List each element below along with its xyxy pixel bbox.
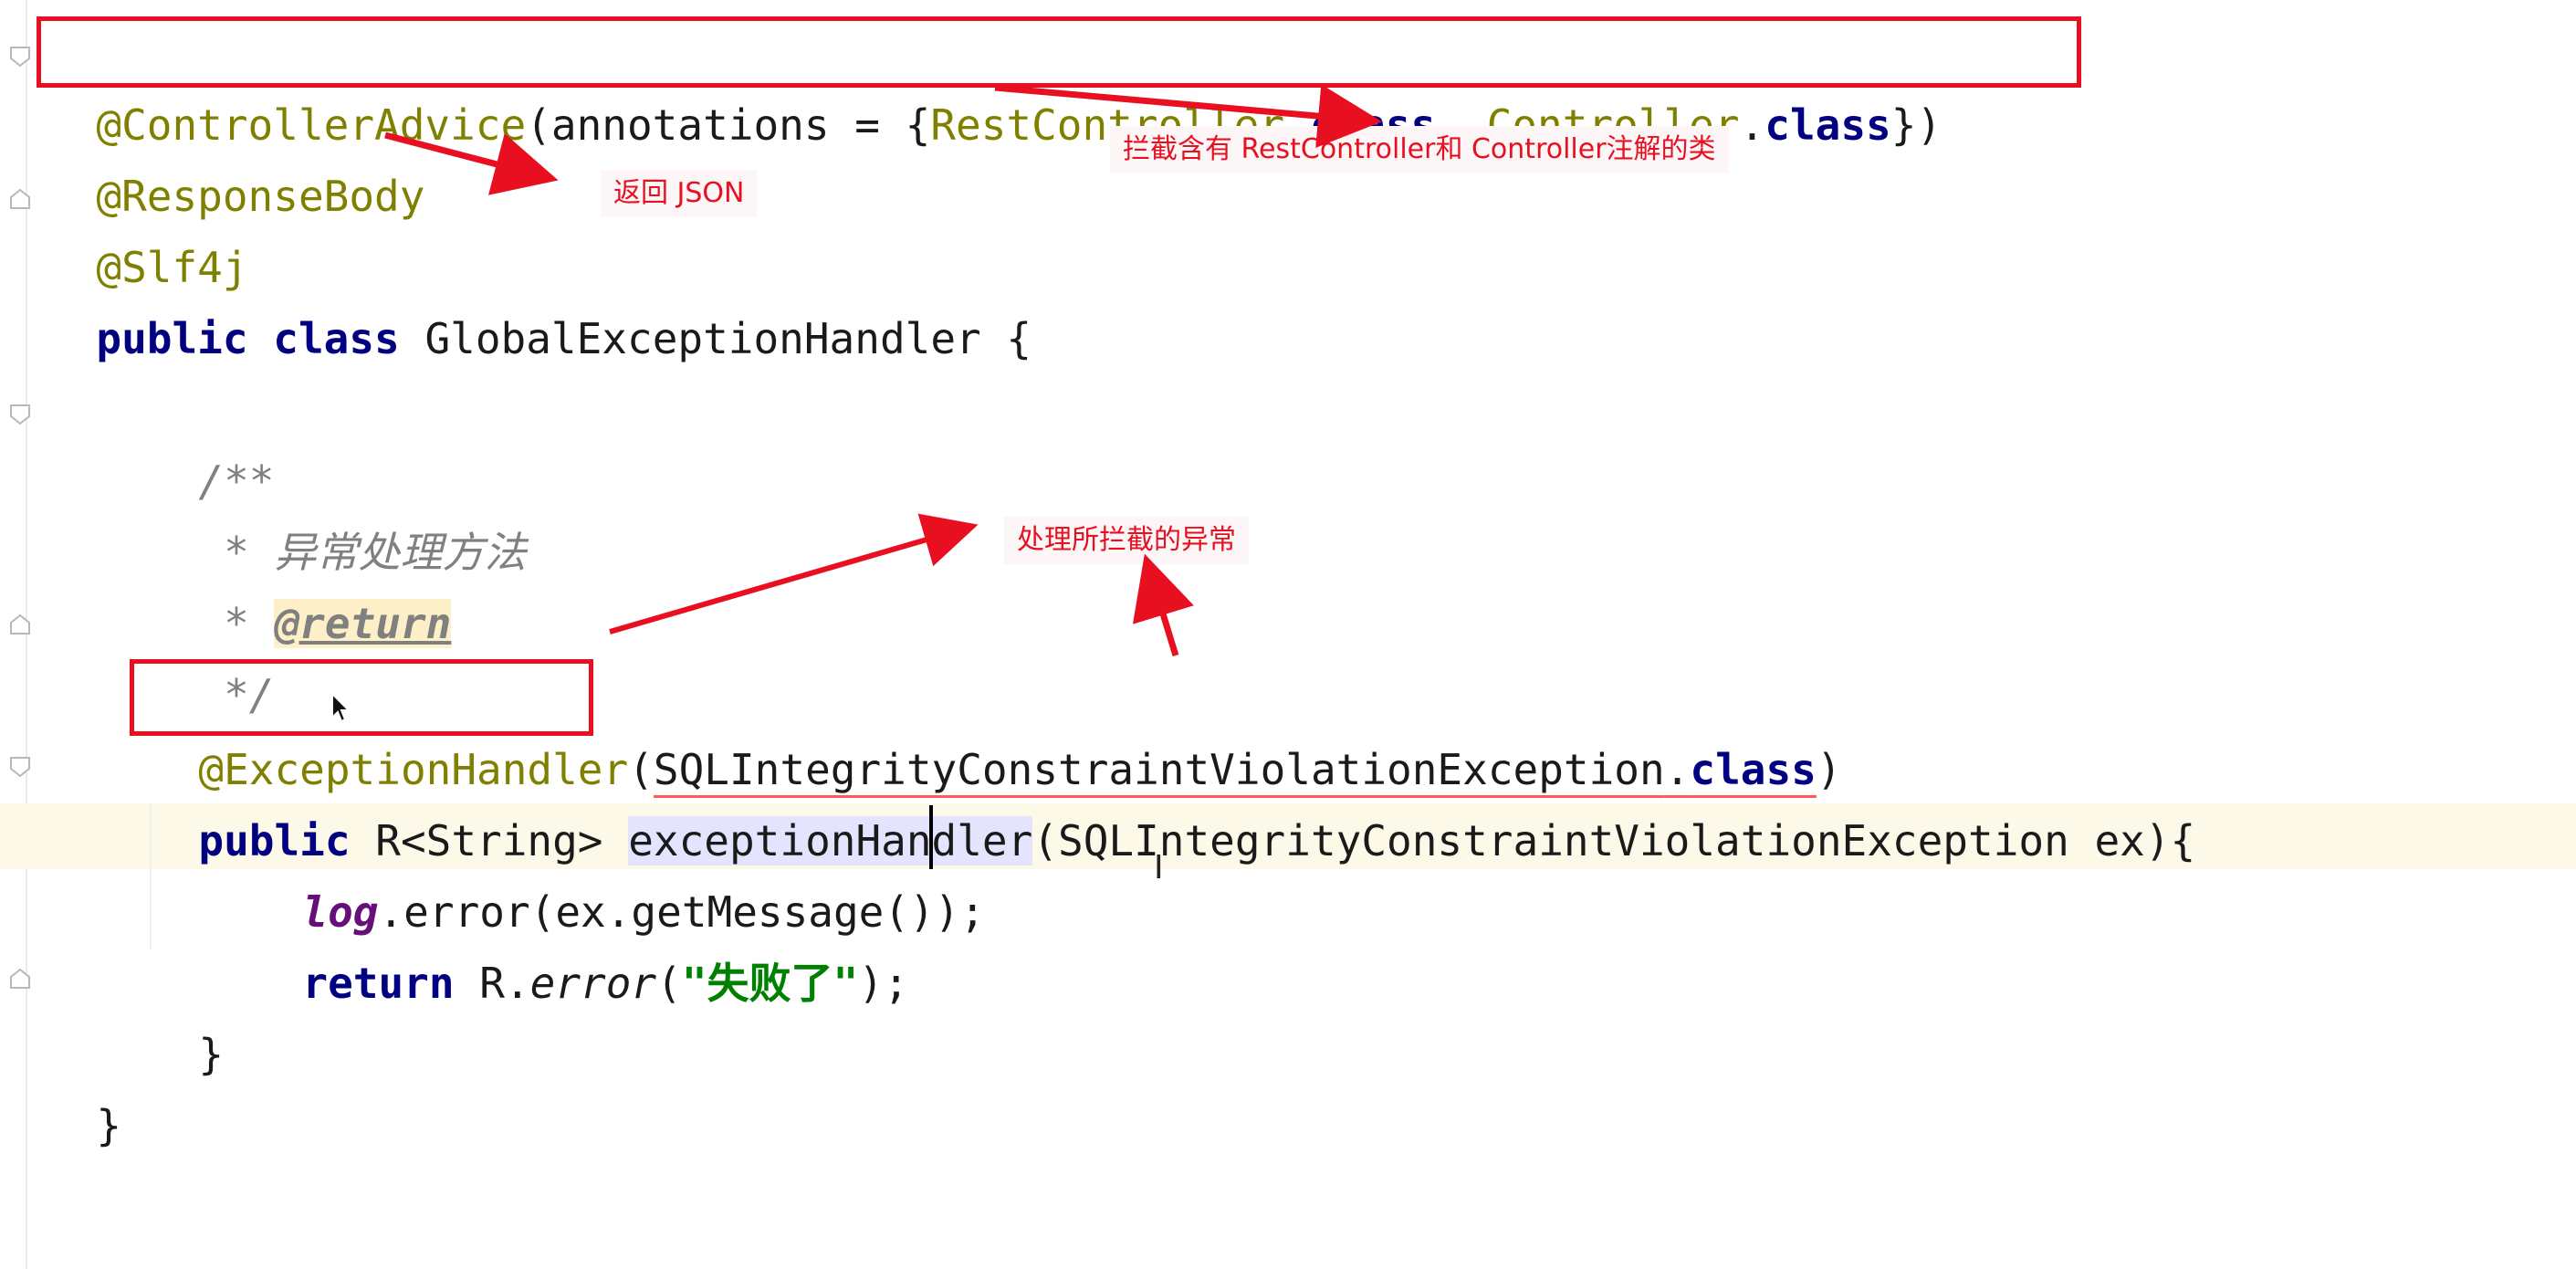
arrow-from-annotation xyxy=(609,513,979,634)
code-line-response-body[interactable]: @ResponseBody xyxy=(46,89,424,221)
arrow-from-exception-type xyxy=(1132,553,1194,657)
note-return-json: 返回 JSON xyxy=(601,170,758,217)
code-token: R. xyxy=(454,959,530,1008)
highlight-box-controller-advice xyxy=(37,16,2081,88)
code-line-comment-open[interactable]: /** xyxy=(148,374,274,506)
text-caret xyxy=(929,805,933,869)
keyword-return: return xyxy=(302,959,455,1008)
code-line-comment-close[interactable]: */ xyxy=(148,588,274,719)
code-line-comment-desc[interactable]: * 异常处理方法 xyxy=(148,446,526,577)
fold-marker-icon[interactable] xyxy=(7,612,33,637)
mouse-pointer-icon xyxy=(331,692,351,723)
code-line-method-close[interactable]: } xyxy=(148,948,224,1079)
code-line-log-error[interactable]: log.error(ex.getMessage()); xyxy=(252,805,985,937)
fold-marker-icon[interactable] xyxy=(7,186,33,212)
fold-marker-icon[interactable] xyxy=(7,754,33,780)
code-line-comment-return[interactable]: * @return xyxy=(148,517,452,648)
code-line-slf4j[interactable]: @Slf4j xyxy=(46,161,247,292)
class-name: GlobalExceptionHandler { xyxy=(399,314,1032,363)
method-error: error xyxy=(529,959,657,1008)
brace: } xyxy=(96,1101,122,1150)
code-token: . xyxy=(1739,100,1765,150)
note-handle-exception: 处理所拦截的异常 xyxy=(1004,517,1249,564)
ibeam-cursor-icon: I xyxy=(1154,849,1164,886)
code-token: ( xyxy=(656,959,682,1008)
code-token: }) xyxy=(1890,100,1942,150)
code-line-return[interactable]: return R.error("失败了"); xyxy=(252,876,908,1008)
keyword-class: class xyxy=(273,314,400,363)
string-literal: "失败了" xyxy=(681,959,859,1008)
keyword-public: public xyxy=(96,314,248,363)
brace: } xyxy=(198,1030,225,1079)
code-line-class-close[interactable]: } xyxy=(46,1019,121,1150)
code-token: class xyxy=(1764,100,1891,150)
code-token: (annotations = { xyxy=(526,100,931,150)
doc-tag-return: @return xyxy=(274,599,452,648)
code-line-class-declaration[interactable]: public class GlobalExceptionHandler { xyxy=(46,232,1031,363)
fold-marker-icon[interactable] xyxy=(7,44,33,69)
note-controller-intercept: 拦截含有 RestController和 Controller注解的类 xyxy=(1110,126,1729,173)
fold-marker-icon[interactable] xyxy=(7,966,33,991)
code-token: ); xyxy=(858,959,909,1008)
method-params: (SQLIntegrityConstraintViolationExceptio… xyxy=(1032,816,2196,865)
code-line-method-signature[interactable]: public R<String> exceptionHandler(SQLInt… xyxy=(148,734,2195,865)
highlight-box-exception-handler xyxy=(130,659,593,736)
fold-marker-icon[interactable] xyxy=(7,402,33,427)
